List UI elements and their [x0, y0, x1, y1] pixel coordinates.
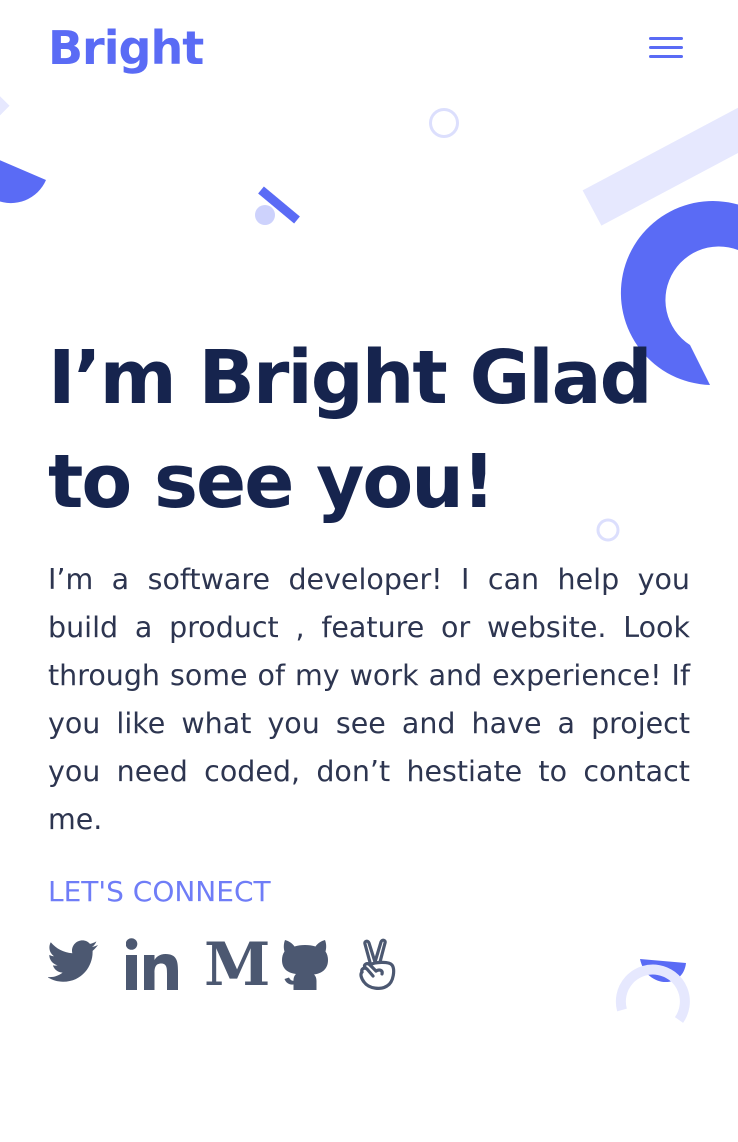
- dot-shape: [255, 205, 275, 225]
- twitter-link[interactable]: [48, 938, 100, 992]
- linkedin-icon: [126, 938, 178, 990]
- menu-button[interactable]: [644, 32, 688, 66]
- hamburger-menu-icon: [649, 37, 683, 40]
- github-link[interactable]: [282, 938, 328, 992]
- twitter-icon: [48, 940, 98, 982]
- hero-headline-line1: I’m Bright Glad: [48, 335, 653, 421]
- half-circle-shape-left: [0, 160, 46, 204]
- medium-icon: M: [204, 930, 271, 1000]
- logo[interactable]: Bright: [48, 18, 204, 78]
- connect-heading: LET'S CONNECT: [48, 875, 271, 908]
- ring-shape-top: [429, 108, 459, 138]
- hero-headline-line2: to see you!: [48, 439, 496, 525]
- hero-headline: I’m Bright Glad to see you!: [48, 326, 708, 534]
- angellist-icon: [359, 938, 396, 990]
- angellist-link[interactable]: [358, 938, 398, 992]
- linkedin-link[interactable]: [126, 938, 178, 992]
- hero-intro: I’m a software developer! I can help you…: [48, 563, 690, 836]
- diagonal-bar-shape-left: [0, 94, 10, 126]
- medium-link[interactable]: M: [204, 930, 271, 1000]
- github-icon: [282, 940, 328, 990]
